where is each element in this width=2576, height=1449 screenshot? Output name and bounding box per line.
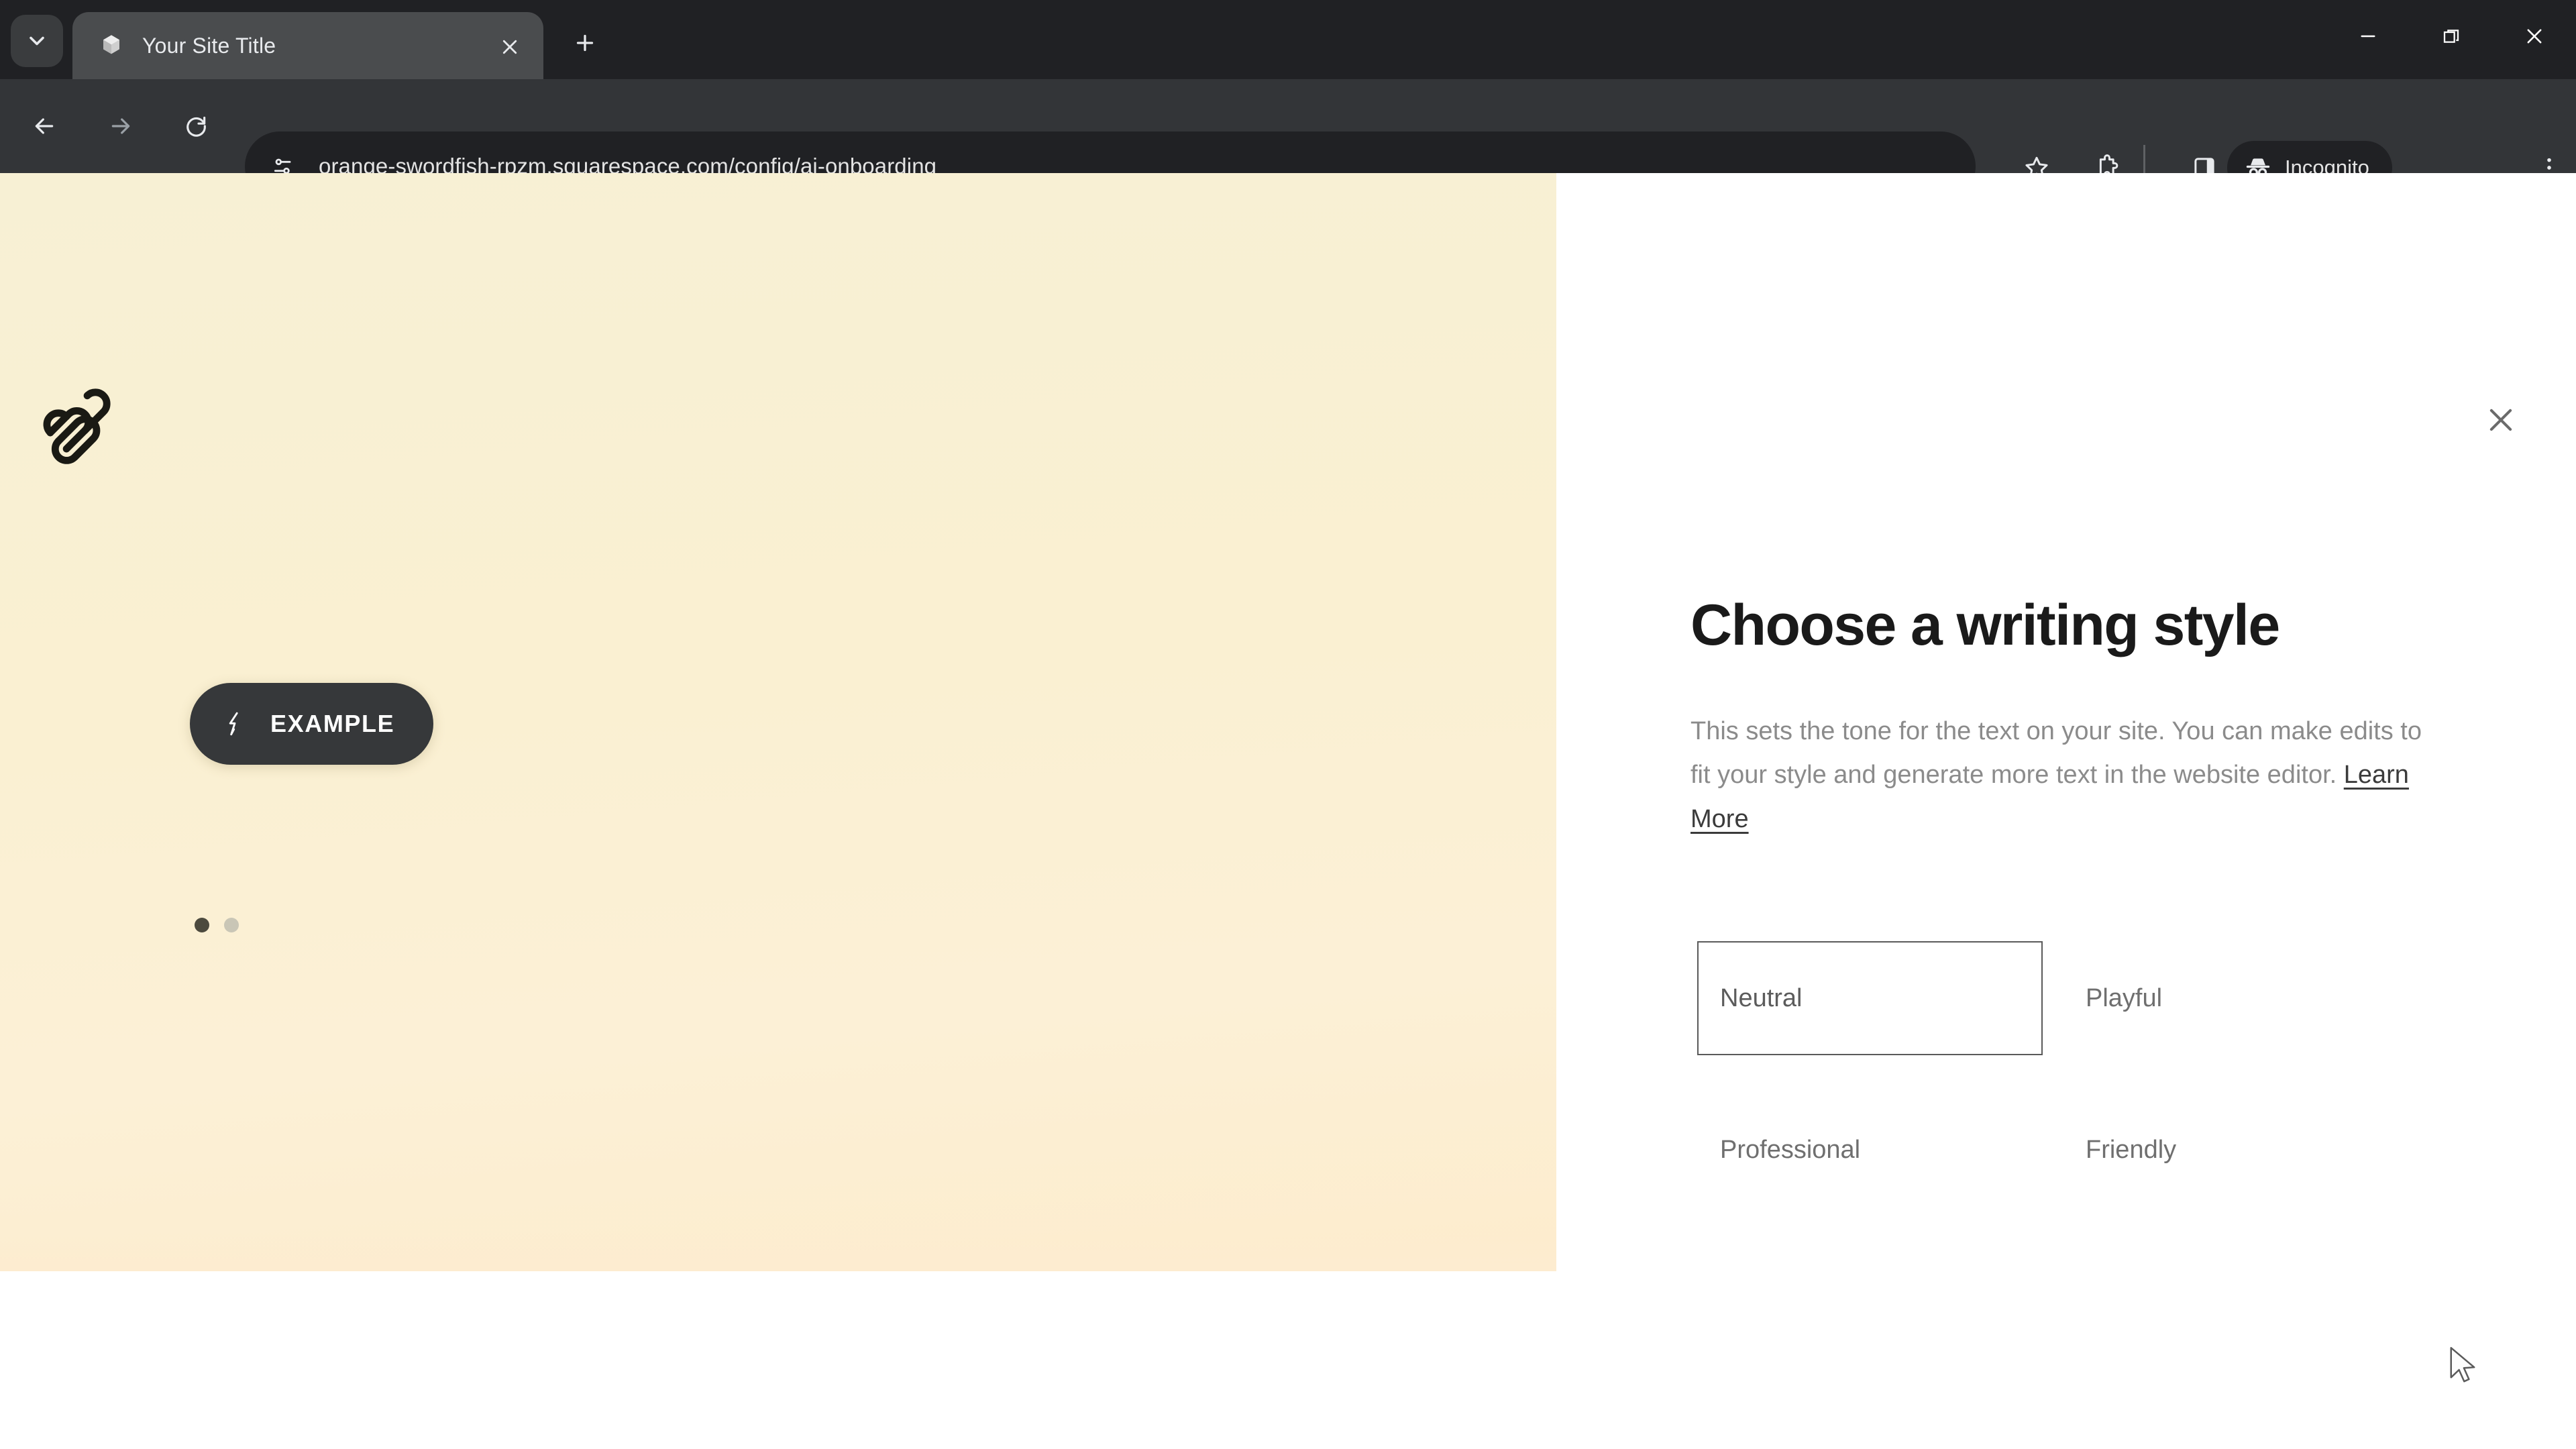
window-close-button[interactable] bbox=[2493, 0, 2576, 72]
panel-description-text: This sets the tone for the text on your … bbox=[1690, 717, 2422, 790]
forward-nav-button[interactable] bbox=[98, 103, 144, 149]
tab-title: Your Site Title bbox=[142, 33, 276, 58]
style-option-label: Professional bbox=[1720, 1135, 1861, 1164]
page-content: EXAMPLE Choose a writing style This sets… bbox=[0, 173, 2576, 1449]
window-minimize-button[interactable] bbox=[2326, 0, 2410, 72]
style-option-neutral[interactable]: Neutral bbox=[1697, 941, 2043, 1055]
carousel-dot-2[interactable] bbox=[224, 918, 239, 932]
browser-chrome: Your Site Title orange-swordfish-rpzm.sq… bbox=[0, 0, 2576, 201]
window-maximize-button[interactable] bbox=[2410, 0, 2493, 72]
new-tab-button[interactable] bbox=[564, 21, 606, 64]
back-nav-button[interactable] bbox=[21, 103, 67, 149]
page-title: Choose a writing style bbox=[1690, 593, 2280, 657]
arrow-left-icon bbox=[35, 118, 54, 134]
style-option-label: Playful bbox=[2086, 983, 2163, 1012]
browser-tab[interactable]: Your Site Title bbox=[72, 12, 543, 79]
browser-toolbar: orange-swordfish-rpzm.squarespace.com/co… bbox=[0, 79, 2576, 201]
onboarding-footer bbox=[0, 1271, 2576, 1449]
plus-icon bbox=[576, 34, 594, 52]
reload-button[interactable] bbox=[173, 103, 219, 149]
site-preview-panel: EXAMPLE bbox=[0, 173, 1556, 1271]
style-option-professional[interactable]: Professional bbox=[1697, 1093, 2043, 1207]
tab-strip: Your Site Title bbox=[0, 0, 2576, 79]
example-badge-label: EXAMPLE bbox=[270, 710, 395, 737]
tab-search-button[interactable] bbox=[11, 15, 63, 67]
panel-close-button[interactable] bbox=[2470, 389, 2532, 451]
squarespace-logo-icon bbox=[32, 388, 119, 472]
arrow-right-icon bbox=[111, 118, 130, 134]
close-icon bbox=[502, 40, 517, 54]
style-option-label: Friendly bbox=[2086, 1135, 2177, 1164]
style-option-label: Neutral bbox=[1720, 983, 1803, 1012]
close-icon bbox=[2527, 29, 2542, 44]
tab-close-button[interactable] bbox=[495, 32, 525, 62]
style-option-playful[interactable]: Playful bbox=[2063, 941, 2408, 1055]
reload-icon bbox=[186, 116, 206, 137]
cube-icon bbox=[97, 31, 126, 60]
restore-window-icon bbox=[2443, 30, 2459, 43]
minimize-icon bbox=[2361, 35, 2375, 38]
example-badge: EXAMPLE bbox=[190, 683, 434, 765]
carousel-dots[interactable] bbox=[195, 918, 239, 932]
carousel-dot-1[interactable] bbox=[195, 918, 209, 932]
style-option-friendly[interactable]: Friendly bbox=[2063, 1093, 2408, 1207]
lightning-bolt-icon bbox=[229, 712, 238, 736]
panel-description: This sets the tone for the text on your … bbox=[1690, 710, 2442, 841]
chevron-down-icon bbox=[30, 36, 44, 46]
close-icon bbox=[2489, 409, 2512, 431]
